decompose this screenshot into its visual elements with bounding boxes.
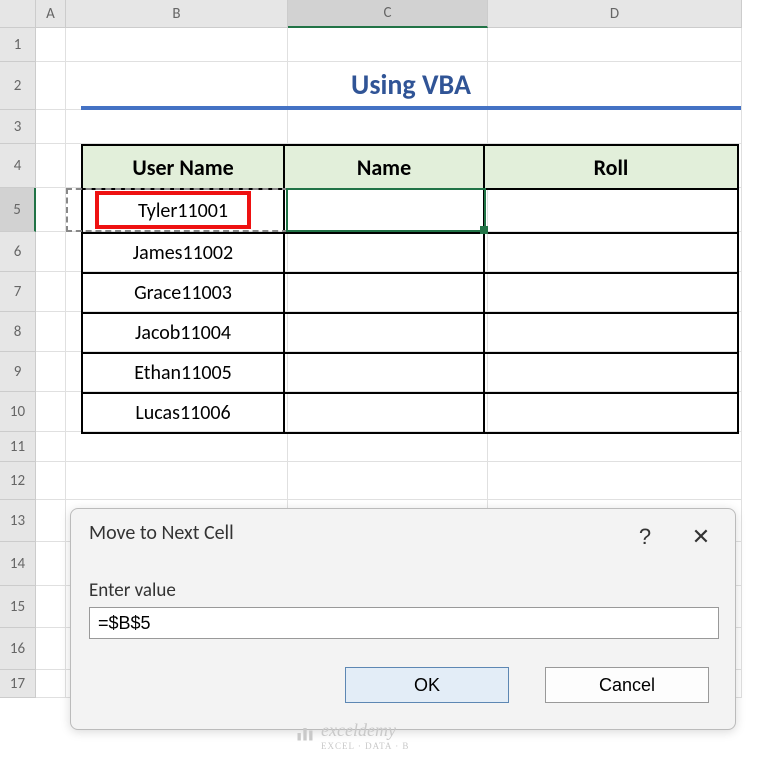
cell[interactable] — [288, 432, 488, 462]
row-header-1[interactable]: 1 — [0, 28, 36, 62]
value-input[interactable] — [89, 607, 719, 639]
cell-user-name[interactable]: Jacob11004 — [82, 313, 284, 353]
cell[interactable] — [36, 462, 66, 500]
cell-user-name[interactable]: Tyler11001 — [82, 189, 284, 233]
page-title: Using VBA — [81, 62, 741, 110]
watermark-brand: exceldemy — [321, 720, 396, 740]
cell[interactable] — [36, 352, 66, 392]
cell[interactable] — [36, 272, 66, 312]
cell[interactable] — [36, 500, 66, 542]
cell[interactable] — [66, 110, 288, 144]
cell[interactable] — [288, 462, 488, 500]
row-header-16[interactable]: 16 — [0, 628, 36, 670]
cell-user-name[interactable]: James11002 — [82, 233, 284, 273]
col-header-D[interactable]: D — [488, 0, 742, 28]
cell-user-name[interactable]: Ethan11005 — [82, 353, 284, 393]
row-header-7[interactable]: 7 — [0, 272, 36, 312]
col-header-A[interactable]: A — [36, 0, 66, 28]
cell-roll[interactable] — [484, 353, 738, 393]
row-header-4[interactable]: 4 — [0, 144, 36, 188]
row-header-17[interactable]: 17 — [0, 670, 36, 698]
cell[interactable] — [36, 144, 66, 188]
row-header-3[interactable]: 3 — [0, 110, 36, 144]
cell-name[interactable] — [284, 233, 484, 273]
cell-roll[interactable] — [484, 273, 738, 313]
chart-icon — [295, 723, 315, 748]
cell-name[interactable] — [284, 313, 484, 353]
watermark-tag: EXCEL · DATA · B — [321, 741, 409, 751]
cell[interactable] — [66, 28, 288, 62]
row-header-6[interactable]: 6 — [0, 232, 36, 272]
cell[interactable] — [488, 110, 742, 144]
header-name: Name — [284, 145, 484, 189]
cell[interactable] — [36, 392, 66, 432]
cell[interactable] — [36, 670, 66, 698]
dialog-title: Move to Next Cell — [89, 521, 234, 545]
cell[interactable] — [36, 586, 66, 628]
col-header-C[interactable]: C — [288, 0, 488, 28]
row-header-12[interactable]: 12 — [0, 462, 36, 500]
cell[interactable] — [488, 462, 742, 500]
cell[interactable] — [488, 28, 742, 62]
cancel-button[interactable]: Cancel — [545, 667, 709, 703]
cell[interactable] — [288, 28, 488, 62]
row-header-8[interactable]: 8 — [0, 312, 36, 352]
cell[interactable] — [288, 110, 488, 144]
select-all-corner[interactable] — [0, 0, 36, 28]
column-headers: A B C D — [0, 0, 742, 28]
input-dialog: Move to Next Cell ? ✕ Enter value OK Can… — [70, 508, 736, 730]
row-header-5[interactable]: 5 — [0, 188, 36, 232]
cell-user-name[interactable]: Lucas11006 — [82, 393, 284, 433]
input-label: Enter value — [89, 579, 176, 602]
close-icon: ✕ — [692, 524, 710, 550]
cell[interactable] — [36, 28, 66, 62]
cell[interactable] — [66, 432, 288, 462]
header-roll: Roll — [484, 145, 738, 189]
row-header-13[interactable]: 13 — [0, 500, 36, 542]
row-header-14[interactable]: 14 — [0, 542, 36, 586]
cell[interactable] — [36, 62, 66, 110]
cell[interactable] — [36, 110, 66, 144]
row-header-11[interactable]: 11 — [0, 432, 36, 462]
cell-roll[interactable] — [484, 233, 738, 273]
cell[interactable] — [36, 542, 66, 586]
cell[interactable] — [36, 432, 66, 462]
row-header-2[interactable]: 2 — [0, 62, 36, 110]
cell-name[interactable] — [284, 393, 484, 433]
cell-name[interactable] — [284, 273, 484, 313]
cell-name[interactable] — [284, 189, 484, 233]
row-header-15[interactable]: 15 — [0, 586, 36, 628]
cell[interactable] — [36, 232, 66, 272]
close-button[interactable]: ✕ — [681, 517, 721, 557]
cell[interactable] — [488, 432, 742, 462]
ok-button[interactable]: OK — [345, 667, 509, 703]
row-header-9[interactable]: 9 — [0, 352, 36, 392]
cell[interactable] — [36, 628, 66, 670]
cell-roll[interactable] — [484, 189, 738, 233]
cell-roll[interactable] — [484, 393, 738, 433]
help-button[interactable]: ? — [625, 517, 665, 557]
data-table: User Name Name Roll Tyler11001 James1100… — [81, 144, 739, 434]
row-header-10[interactable]: 10 — [0, 392, 36, 432]
cell[interactable] — [36, 312, 66, 352]
cell-name[interactable] — [284, 353, 484, 393]
header-user-name: User Name — [82, 145, 284, 189]
cell-roll[interactable] — [484, 313, 738, 353]
watermark: exceldemy EXCEL · DATA · B — [295, 720, 409, 751]
cell[interactable] — [36, 188, 66, 232]
col-header-B[interactable]: B — [66, 0, 288, 28]
cell-user-name[interactable]: Grace11003 — [82, 273, 284, 313]
cell[interactable] — [66, 462, 288, 500]
